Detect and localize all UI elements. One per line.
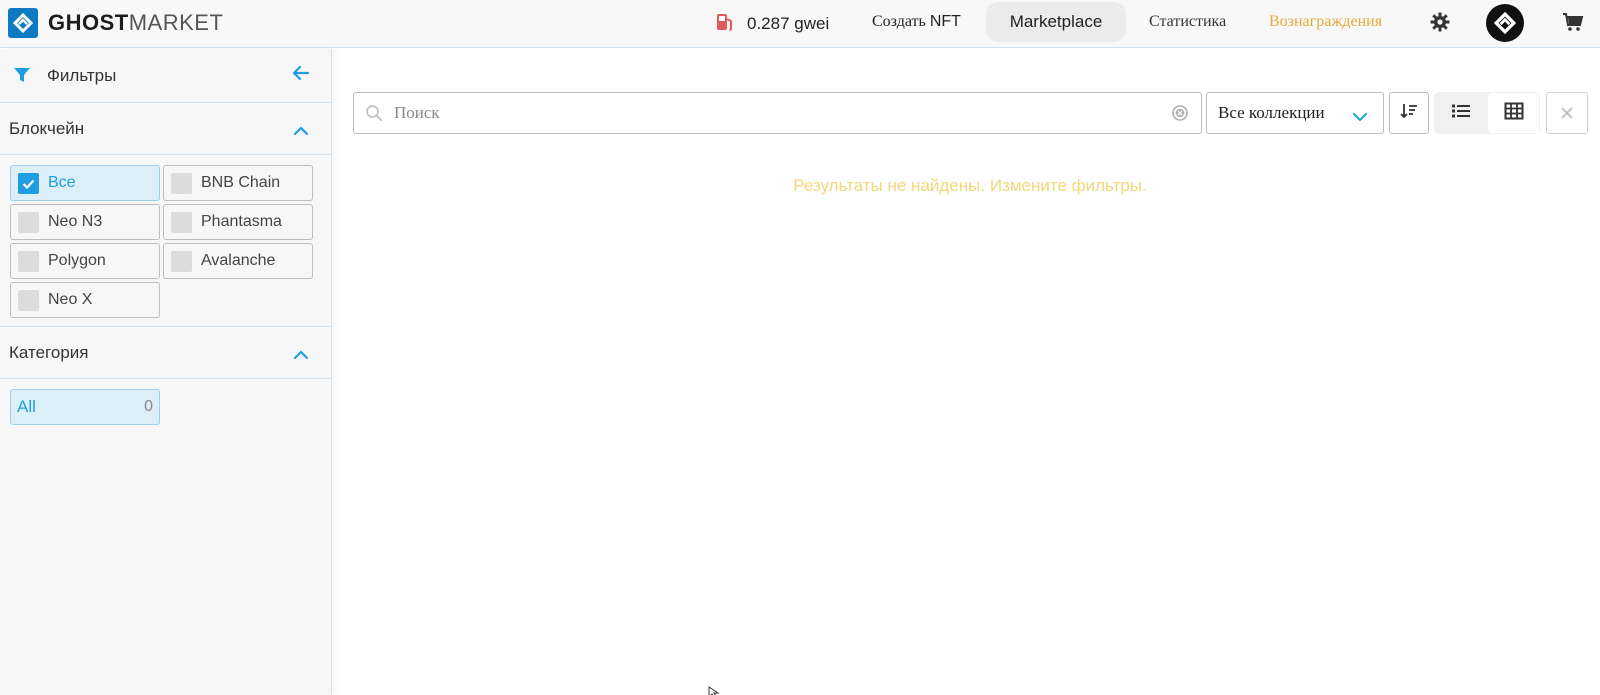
search-input[interactable] [394, 99, 1154, 127]
checkbox-checked-icon[interactable] [18, 173, 39, 194]
nav-statistics[interactable]: Статистика [1149, 0, 1226, 44]
blockchain-chip-all[interactable]: Все [10, 165, 160, 201]
checkbox[interactable] [171, 251, 192, 272]
top-nav-bar: GHOSTMARKET 0.287 gwei Создать NFT Marke… [0, 0, 1600, 48]
nav-create-prefix: Создать [872, 13, 926, 30]
filters-header: Фильтры [0, 49, 331, 103]
blockchain-chip-label: Polygon [48, 252, 106, 269]
category-chip-label: All [17, 397, 36, 416]
ghostmarket-logo[interactable]: GHOSTMARKET [8, 7, 223, 39]
collapse-sidebar-arrow-icon[interactable] [292, 65, 310, 85]
gas-price-value: 0.287 gwei [747, 14, 830, 33]
blockchain-section-header[interactable]: Блокчейн [0, 103, 331, 155]
search-box[interactable] [353, 92, 1202, 134]
cart-icon[interactable] [1560, 10, 1586, 34]
mouse-cursor-icon [708, 683, 720, 695]
nav-create-nft[interactable]: Создать NFT [872, 0, 961, 44]
blockchain-chip-label: Neo N3 [48, 213, 103, 230]
category-chip-all[interactable]: All 0 [10, 389, 160, 425]
blockchain-chip-label: Все [48, 174, 76, 191]
blockchain-chip-label: Avalanche [201, 252, 276, 269]
filters-sidebar: Фильтры Блокчейн Все BNB Chain Neo N3 Ph… [0, 49, 332, 695]
blockchain-chip-phantasma[interactable]: Phantasma [163, 204, 313, 240]
grid-icon [1504, 102, 1524, 124]
checkbox[interactable] [18, 251, 39, 272]
logo-text-light: MARKET [128, 10, 224, 35]
checkbox[interactable] [18, 212, 39, 233]
nav-rewards[interactable]: Вознаграждения [1269, 0, 1382, 44]
blockchain-chip-label: Phantasma [201, 213, 282, 230]
chevron-down-icon [1352, 107, 1368, 126]
list-view-button[interactable] [1434, 92, 1487, 134]
gas-pump-icon [716, 12, 734, 36]
filter-icon [13, 67, 31, 87]
blockchain-chip-bnb[interactable]: BNB Chain [163, 165, 313, 201]
grid-view-button[interactable] [1488, 93, 1539, 133]
view-toggle-group [1434, 92, 1540, 134]
collection-select-value: Все коллекции [1218, 103, 1325, 122]
blockchain-chip-label: Neo X [48, 291, 93, 308]
gear-icon[interactable] [1428, 10, 1452, 34]
checkbox[interactable] [171, 212, 192, 233]
no-results-message: Результаты не найдены. Измените фильтры. [793, 176, 1147, 195]
close-button[interactable] [1546, 92, 1588, 134]
chevron-up-icon[interactable] [293, 345, 309, 364]
sort-icon [1400, 103, 1418, 123]
blockchain-section-title: Блокчейн [9, 118, 85, 138]
category-chip-count: 0 [144, 398, 153, 415]
logo-text: GHOSTMARKET [48, 10, 223, 36]
search-icon [365, 104, 383, 126]
ghostmarket-logo-icon [8, 8, 38, 38]
clear-search-icon[interactable] [1171, 104, 1189, 126]
blockchain-chip-neo-n3[interactable]: Neo N3 [10, 204, 160, 240]
checkbox[interactable] [18, 290, 39, 311]
category-section-title: Категория [9, 342, 89, 362]
logo-text-bold: GHOST [48, 10, 129, 35]
blockchain-chips: Все BNB Chain Neo N3 Phantasma Polygon A… [0, 155, 331, 327]
filters-title: Фильтры [47, 65, 117, 85]
chevron-up-icon[interactable] [293, 121, 309, 140]
blockchain-chip-label: BNB Chain [201, 174, 281, 191]
category-chips: All 0 [0, 379, 331, 425]
collection-select[interactable]: Все коллекции [1206, 92, 1384, 134]
sort-button[interactable] [1389, 92, 1429, 134]
checkbox[interactable] [171, 173, 192, 194]
blockchain-chip-avalanche[interactable]: Avalanche [163, 243, 313, 279]
category-section-header[interactable]: Категория [0, 327, 331, 379]
blockchain-chip-neo-x[interactable]: Neo X [10, 282, 160, 318]
gas-price-indicator: 0.287 gwei [716, 12, 829, 36]
nav-marketplace[interactable]: Marketplace [986, 2, 1126, 42]
close-icon [1561, 104, 1573, 123]
avatar[interactable] [1486, 4, 1524, 42]
blockchain-chip-polygon[interactable]: Polygon [10, 243, 160, 279]
nav-create-suffix: NFT [929, 13, 961, 30]
list-icon [1451, 103, 1471, 123]
